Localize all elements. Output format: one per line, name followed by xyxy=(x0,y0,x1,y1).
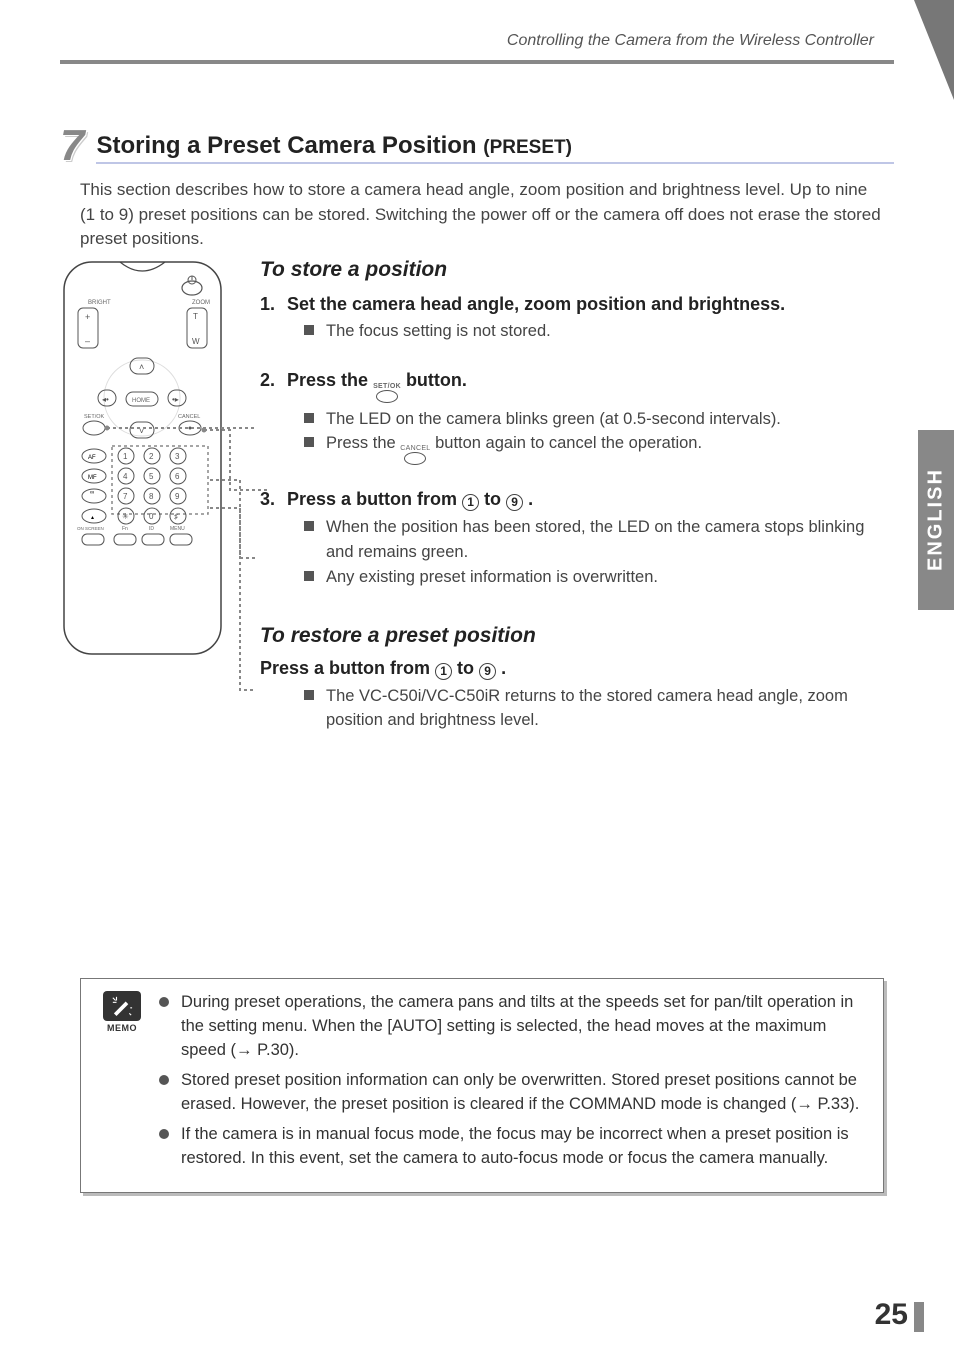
svg-text:4: 4 xyxy=(123,472,128,481)
section-title-bar: Storing a Preset Camera Position (PRESET… xyxy=(96,132,894,164)
restore-heading: To restore a preset position xyxy=(260,624,874,648)
memo-icon: MEMO xyxy=(99,991,145,1033)
section-heading: 7 Storing a Preset Camera Position (PRES… xyxy=(60,128,894,168)
svg-text:Fn: Fn xyxy=(122,526,128,532)
svg-text:ON SCREEN: ON SCREEN xyxy=(77,526,104,531)
intro-paragraph: This section describes how to store a ca… xyxy=(80,178,884,252)
restore-line: Press a button from 1 to 9 . xyxy=(260,658,874,680)
memo-item-1: During preset operations, the camera pan… xyxy=(181,991,865,1063)
circled-9-icon: 9 xyxy=(506,494,523,511)
svg-text:–: – xyxy=(85,336,90,346)
remote-zoom-label: ZOOM xyxy=(192,300,210,306)
svg-text:3: 3 xyxy=(175,452,180,461)
bullet-square-icon xyxy=(304,521,314,531)
step-3: 3. Press a button from 1 to 9 . xyxy=(260,489,874,511)
bullet-dot-icon xyxy=(159,997,169,1007)
remote-illustration: BRIGHT + – ZOOM T W ˄ ˅ ◂• •▸ HOME SET/O… xyxy=(60,258,225,658)
svg-text:T: T xyxy=(193,312,198,321)
bullet-square-icon xyxy=(304,571,314,581)
step-2-bullet-1: The LED on the camera blinks green (at 0… xyxy=(326,407,874,432)
cancel-button-icon: CANCEL xyxy=(400,447,430,465)
restore-bullet-1: The VC-C50i/VC-C50iR returns to the stor… xyxy=(326,684,874,734)
svg-text:MF: MF xyxy=(88,475,97,481)
svg-text:HOME: HOME xyxy=(132,398,150,404)
section-title: Storing a Preset Camera Position xyxy=(96,132,483,159)
svg-text:8: 8 xyxy=(149,492,154,501)
bullet-dot-icon xyxy=(159,1129,169,1139)
step-2-bullet-2: Press the CANCEL button again to cancel … xyxy=(326,431,874,465)
svg-text:0: 0 xyxy=(149,512,154,521)
step-2: 2. Press the SET/OK button. xyxy=(260,370,874,403)
svg-text:ID: ID xyxy=(149,526,154,532)
memo-list: During preset operations, the camera pan… xyxy=(159,991,865,1176)
svg-text:AF: AF xyxy=(88,455,96,461)
svg-text:♯: ♯ xyxy=(174,512,178,521)
page-decor xyxy=(914,1302,924,1332)
restore-prefix: Press a button from xyxy=(260,658,435,678)
step-3-num: 3. xyxy=(260,489,282,510)
step-3-bullet-1: When the position has been stored, the L… xyxy=(326,515,874,565)
svg-text:9: 9 xyxy=(175,492,180,501)
svg-text:▴: ▴ xyxy=(91,515,94,521)
step-2-suffix: button. xyxy=(406,370,467,390)
memo-item-3: If the camera is in manual focus mode, t… xyxy=(181,1123,865,1171)
svg-text:6: 6 xyxy=(175,472,180,481)
bullet-square-icon xyxy=(304,325,314,335)
svg-text:2: 2 xyxy=(149,452,154,461)
svg-text:5: 5 xyxy=(149,472,154,481)
bullet-dot-icon xyxy=(159,1075,169,1085)
running-header: Controlling the Camera from the Wireless… xyxy=(507,32,874,50)
memo-label: MEMO xyxy=(107,1023,137,1033)
svg-text:7: 7 xyxy=(123,492,128,501)
svg-text:˄: ˄ xyxy=(139,362,144,372)
circled-9-icon: 9 xyxy=(479,663,496,680)
circled-1-icon: 1 xyxy=(462,494,479,511)
step-3-prefix: Press a button from xyxy=(287,489,462,509)
page-number: 25 xyxy=(875,1298,908,1332)
svg-text:SET/OK: SET/OK xyxy=(84,414,105,420)
svg-text:✳: ✳ xyxy=(122,512,129,521)
store-heading: To store a position xyxy=(260,258,874,282)
svg-text:◂•: ◂• xyxy=(102,395,109,404)
remote-bright-label: BRIGHT xyxy=(88,300,111,306)
header-rule xyxy=(60,60,894,64)
step-3-bullet-2: Any existing preset information is overw… xyxy=(326,565,874,590)
corner-decor xyxy=(914,0,954,100)
language-tab: ENGLISH xyxy=(918,430,954,610)
svg-text:•▸: •▸ xyxy=(172,395,179,404)
setok-button-icon: SET/OK xyxy=(373,385,401,403)
svg-text:MENU: MENU xyxy=(170,526,185,532)
svg-text:CANCEL: CANCEL xyxy=(178,414,200,420)
svg-text:˅: ˅ xyxy=(139,426,144,436)
step-1-bullet-1: The focus setting is not stored. xyxy=(326,319,874,344)
memo-box: MEMO During preset operations, the camer… xyxy=(80,978,884,1193)
bullet-square-icon xyxy=(304,690,314,700)
section-title-paren: (PRESET) xyxy=(483,137,572,158)
step-2-num: 2. xyxy=(260,370,282,391)
memo-item-2: Stored preset position information can o… xyxy=(181,1069,865,1117)
svg-text:+: + xyxy=(85,312,90,322)
svg-text:∞: ∞ xyxy=(90,490,94,496)
bullet-square-icon xyxy=(304,437,314,447)
svg-text:W: W xyxy=(192,337,200,346)
svg-text:1: 1 xyxy=(123,452,128,461)
step-1: 1. Set the camera head angle, zoom posit… xyxy=(260,294,874,315)
section-number: 7 xyxy=(60,124,84,168)
step-1-text: Set the camera head angle, zoom position… xyxy=(287,294,785,314)
circled-1-icon: 1 xyxy=(435,663,452,680)
bullet-square-icon xyxy=(304,413,314,423)
step-2-prefix: Press the xyxy=(287,370,373,390)
step-1-num: 1. xyxy=(260,294,282,315)
